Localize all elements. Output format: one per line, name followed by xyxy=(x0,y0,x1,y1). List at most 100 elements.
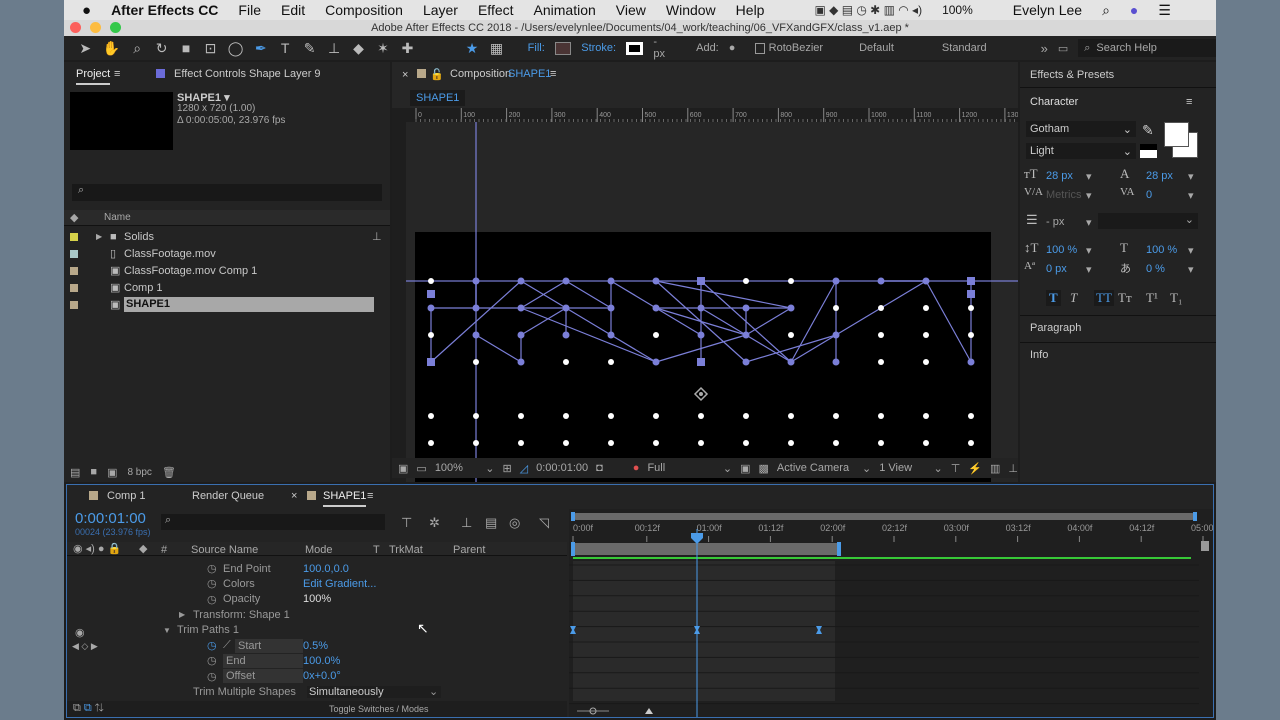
project-item[interactable]: ▯ ClassFootage.mov xyxy=(64,245,374,262)
stopwatch-icon[interactable]: ◷ xyxy=(207,639,217,652)
dropdown-arrow-icon[interactable]: ▾ xyxy=(1188,263,1194,276)
column-mode[interactable]: Mode xyxy=(305,544,333,556)
menu-layer[interactable]: Layer xyxy=(423,2,458,18)
close-window-button[interactable] xyxy=(70,22,81,33)
safe-margins-icon[interactable]: ⊞ xyxy=(502,462,511,475)
motion-blur-icon[interactable]: ◎ xyxy=(509,515,520,531)
property-row[interactable]: ◷ ⟋ Start 0.5% xyxy=(67,638,567,653)
property-value[interactable]: 100.0,0.0 xyxy=(303,563,349,575)
panel-menu-icon[interactable]: ≡ xyxy=(367,490,373,502)
tool-creates-mask-icon[interactable]: ▦ xyxy=(489,40,503,57)
menu-view[interactable]: View xyxy=(616,2,646,18)
column-source-name[interactable]: Source Name xyxy=(191,544,258,556)
notification-icon[interactable]: ☰ xyxy=(1158,2,1171,19)
label-color-swatch[interactable] xyxy=(70,249,78,258)
chevron-down-icon[interactable]: ⌄ xyxy=(933,462,942,475)
composition-tab-prefix[interactable]: Composition xyxy=(450,68,511,80)
apple-icon[interactable]: ● xyxy=(82,2,91,19)
close-tab-icon[interactable]: × xyxy=(402,69,408,81)
video-switch-icon[interactable]: ◉ ◂) ● 🔒 xyxy=(73,542,121,555)
property-value[interactable]: 100% xyxy=(303,593,331,605)
label-color-swatch[interactable] xyxy=(70,283,78,292)
stroke-width-value[interactable]: - px xyxy=(1046,216,1064,228)
pen-tool-icon[interactable]: ✒ xyxy=(253,40,267,57)
mask-visibility-icon[interactable]: ◿ xyxy=(520,462,528,475)
current-time[interactable]: 0:00:01:00 xyxy=(536,462,588,474)
stopwatch-icon[interactable]: ◷ xyxy=(207,654,217,667)
stroke-style-dropdown[interactable]: ⌄ xyxy=(1098,213,1198,229)
property-value[interactable]: 0.5% xyxy=(303,640,328,652)
menu-file[interactable]: File xyxy=(238,2,261,18)
add-menu-icon[interactable]: ● xyxy=(729,42,736,54)
property-row[interactable]: ▼ Trim Paths 1 xyxy=(67,623,567,638)
eye-icon[interactable]: ◉ xyxy=(75,626,85,639)
tab-render-queue[interactable]: Render Queue xyxy=(192,490,264,502)
camera-tool-icon[interactable]: ■ xyxy=(179,40,193,56)
dropdown-arrow-icon[interactable]: ▾ xyxy=(1086,244,1092,257)
user-name[interactable]: Evelyn Lee xyxy=(1013,2,1082,18)
character-panel-title[interactable]: Character xyxy=(1030,96,1078,108)
property-row[interactable]: ◷ End Point 100.0,0.0 xyxy=(67,561,567,576)
close-tab-icon[interactable]: × xyxy=(291,490,297,502)
composition-tab-name[interactable]: SHAPE1 xyxy=(508,68,551,80)
fast-previews-icon[interactable]: ⚡ xyxy=(968,462,982,475)
bpc-label[interactable]: 8 bpc xyxy=(127,467,151,478)
brush-tool-icon[interactable]: ✎ xyxy=(302,40,316,57)
workspace-standard[interactable]: Standard xyxy=(942,42,987,54)
vertical-scale-value[interactable]: 100 % xyxy=(1046,244,1077,256)
column-trkmat[interactable]: TrkMat xyxy=(389,544,423,556)
type-tool-icon[interactable]: T xyxy=(278,40,292,56)
property-row[interactable]: ▶ Transform: Shape 1 xyxy=(67,607,567,622)
project-item[interactable]: ▣ SHAPE1 xyxy=(64,296,374,313)
tsume-value[interactable]: 0 % xyxy=(1146,263,1165,275)
chevron-down-icon[interactable]: ⌄ xyxy=(723,462,732,475)
stopwatch-icon[interactable]: ◷ xyxy=(207,593,217,606)
frame-blending-icon[interactable]: ▤ xyxy=(485,515,497,531)
display-icon[interactable]: ▭ xyxy=(416,462,426,475)
font-style-dropdown[interactable]: Light ⌄ xyxy=(1026,143,1136,159)
keyframe-navigator[interactable]: ◀ ◇ ▶ xyxy=(72,641,98,652)
label-tag-icon[interactable]: ◆ xyxy=(70,211,78,224)
label-tag-icon[interactable]: ◆ xyxy=(139,542,147,555)
comp-breadcrumb[interactable]: SHAPE1 xyxy=(410,90,466,106)
faux-bold-button[interactable]: T xyxy=(1046,290,1061,306)
dropdown-arrow-icon[interactable]: ▾ xyxy=(1188,189,1194,202)
dropdown-arrow-icon[interactable]: ▾ xyxy=(1086,189,1092,202)
tab-shape1[interactable]: SHAPE1 xyxy=(323,490,367,507)
toggle-switches-modes-button[interactable]: Toggle Switches / Modes xyxy=(329,704,429,714)
interpret-footage-icon[interactable]: ▤ xyxy=(70,466,80,479)
chevron-down-icon[interactable]: ⌄ xyxy=(429,685,438,698)
effects-presets-panel[interactable]: Effects & Presets xyxy=(1030,69,1114,81)
resolution-dropdown[interactable]: Full xyxy=(647,462,714,474)
camera-dropdown[interactable]: Active Camera xyxy=(777,462,854,474)
channel-icon[interactable]: ● xyxy=(633,462,640,474)
snapshot-icon[interactable]: ◘ xyxy=(596,462,603,474)
fill-color-swatch[interactable] xyxy=(1164,122,1189,147)
stroke-swatch[interactable] xyxy=(626,41,644,55)
graph-editor-icon[interactable]: ◹ xyxy=(539,515,549,531)
timeline-graph[interactable]: 0:00f 00:12f 01:00f 01:12f 02:00f 02:12f 03:00… xyxy=(569,509,1213,717)
dropdown-arrow-icon[interactable]: ▾ xyxy=(1188,244,1194,257)
tab-comp-1[interactable]: Comp 1 xyxy=(107,490,146,502)
timeline-search-input[interactable]: ⌕ xyxy=(161,514,385,530)
chevron-down-icon[interactable]: ⌄ xyxy=(862,462,871,475)
faux-italic-button[interactable]: T xyxy=(1070,290,1077,306)
flowchart-icon[interactable]: ⊥ xyxy=(1008,462,1018,475)
magnification-dropdown[interactable]: 100% xyxy=(435,462,477,474)
rotobezier-checkbox[interactable] xyxy=(755,42,765,54)
collapse-arrow-icon[interactable]: ▼ xyxy=(163,626,171,635)
new-composition-icon[interactable]: ▣ xyxy=(107,466,117,479)
region-of-interest-icon[interactable]: ▣ xyxy=(740,462,750,475)
property-row[interactable]: Trim Multiple Shapes Simultaneously ⌄ xyxy=(67,684,567,699)
leading-value[interactable]: 28 px xyxy=(1146,170,1173,182)
superscript-button[interactable]: T¹ xyxy=(1146,290,1158,306)
stopwatch-icon[interactable]: ◷ xyxy=(207,670,217,683)
property-value[interactable]: 100.0% xyxy=(303,655,340,667)
tab-project[interactable]: Project xyxy=(76,68,111,85)
panel-menu-icon[interactable]: ≡ xyxy=(550,68,556,80)
property-row[interactable]: ◷ Opacity 100% xyxy=(67,592,567,607)
dropdown-arrow-icon[interactable]: ▾ xyxy=(1086,170,1092,183)
tracking-value[interactable]: 0 xyxy=(1146,189,1152,201)
layer-switches-icon[interactable]: ⧉ ⧉ ⇅ xyxy=(73,702,104,715)
trim-mode-dropdown[interactable]: Simultaneously xyxy=(307,685,441,698)
